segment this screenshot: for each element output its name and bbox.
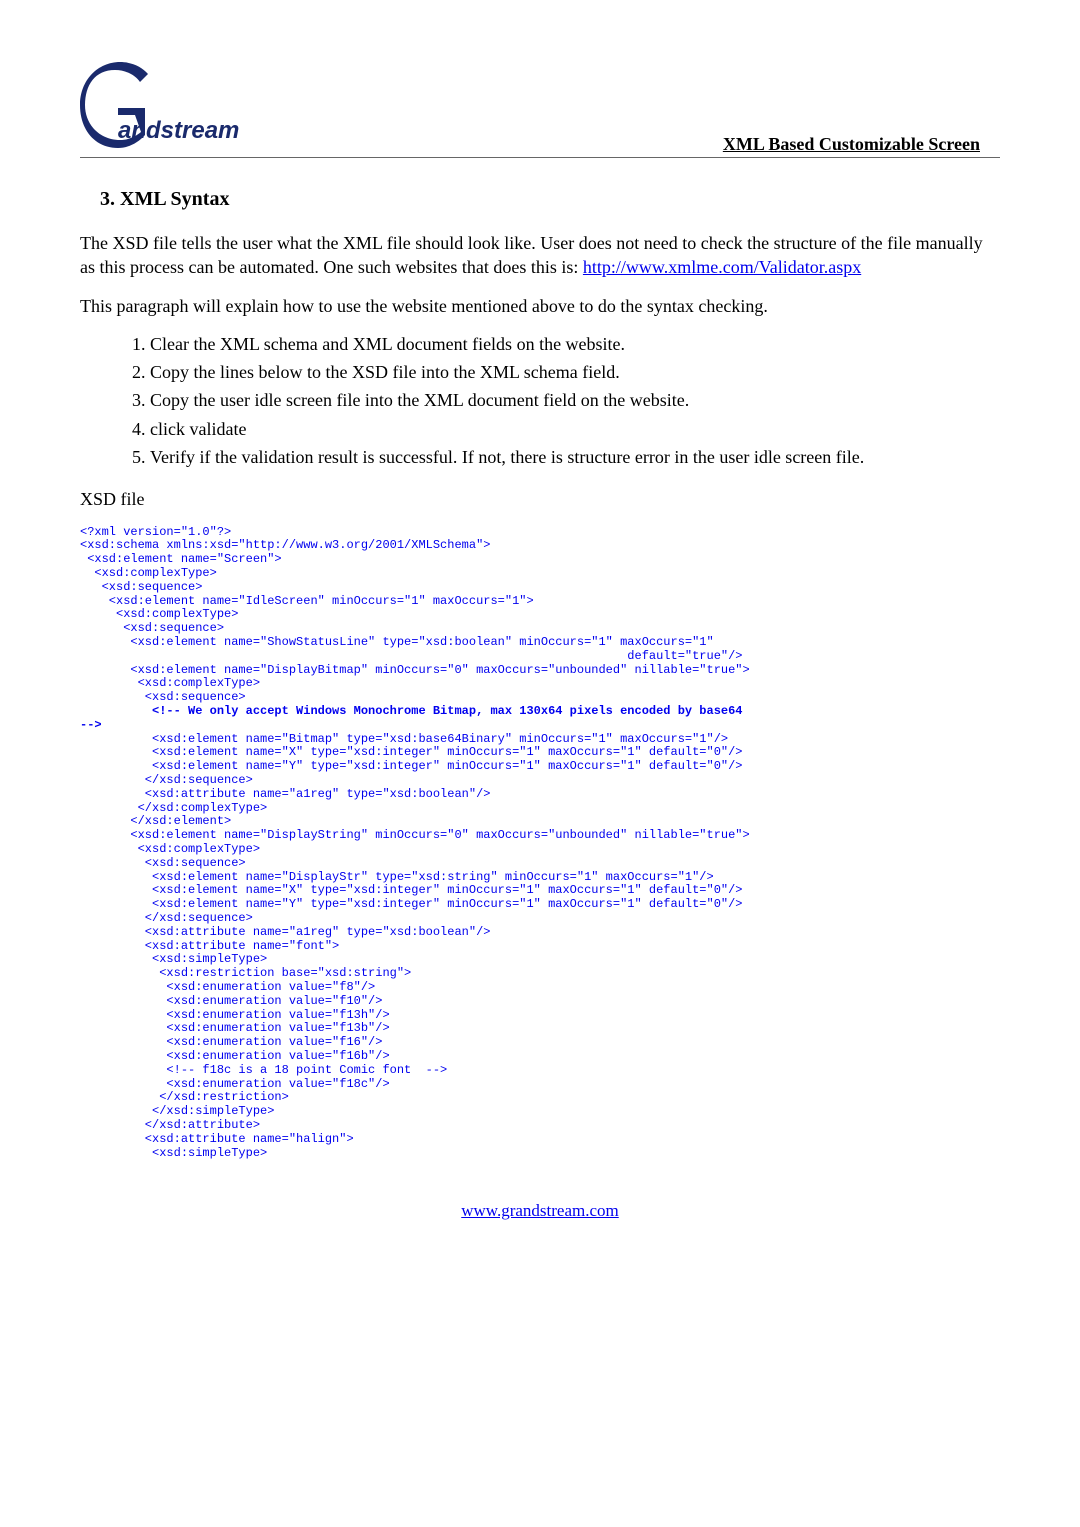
step-item: click validate [150,417,1000,441]
page-footer: www.grandstream.com [80,1200,1000,1221]
svg-text:andstream: andstream [118,117,239,144]
step-item: Verify if the validation result is succe… [150,445,1000,469]
steps-list: Clear the XML schema and XML document fi… [122,332,1000,469]
step-item: Clear the XML schema and XML document fi… [150,332,1000,356]
section-heading: 3. XML Syntax [80,188,1000,211]
intro-paragraph-1: The XSD file tells the user what the XML… [80,231,1000,280]
validator-link[interactable]: http://www.xmlme.com/Validator.aspx [583,257,861,277]
code-part-2: <xsd:element name="Bitmap" type="xsd:bas… [80,732,750,1160]
footer-link[interactable]: www.grandstream.com [461,1201,619,1220]
intro-paragraph-2: This paragraph will explain how to use t… [80,294,1000,318]
xsd-code-block: <?xml version="1.0"?> <xsd:schema xmlns:… [80,526,1000,1161]
step-item: Copy the lines below to the XSD file int… [150,360,1000,384]
code-part-1: <?xml version="1.0"?> <xsd:schema xmlns:… [80,525,750,705]
code-comment-bold: <!-- We only accept Windows Monochrome B… [80,704,743,732]
page-header: andstream XML Based Customizable Screen [80,60,1000,158]
step-item: Copy the user idle screen file into the … [150,388,1000,412]
document-title: XML Based Customizable Screen [723,134,980,155]
logo: andstream [80,60,260,155]
xsd-file-label: XSD file [80,487,1000,511]
